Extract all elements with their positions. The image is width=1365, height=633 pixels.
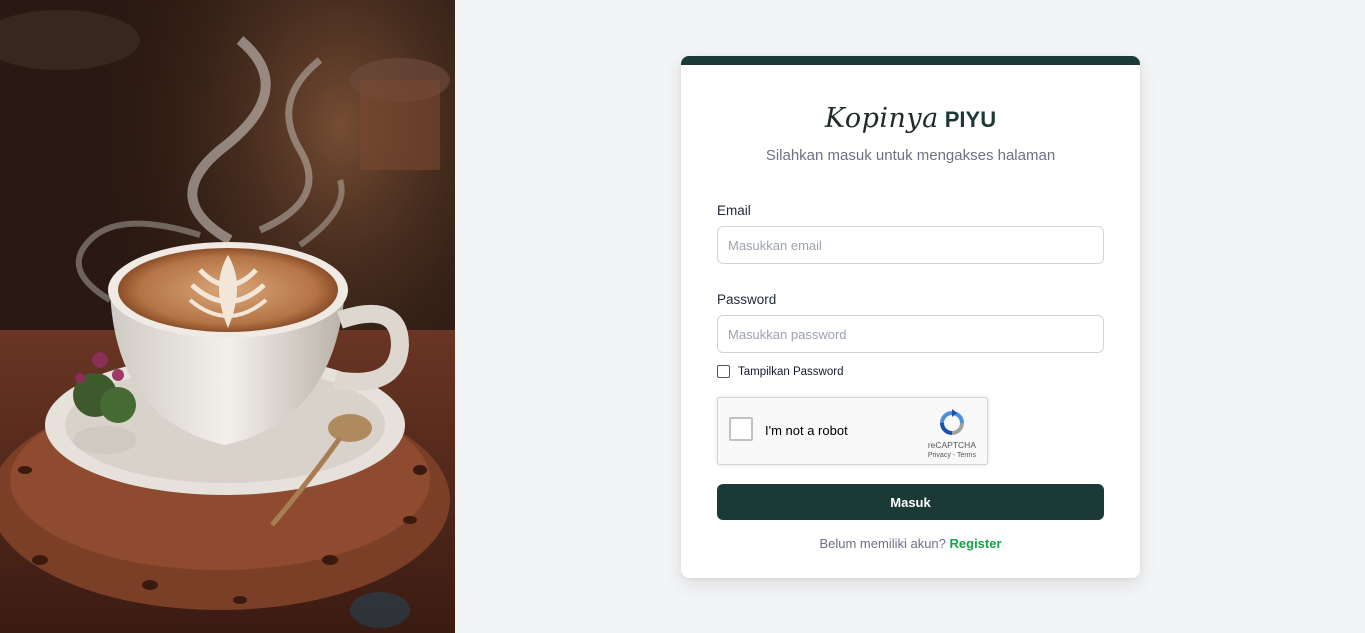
register-prompt: Belum memiliki akun? Register <box>717 536 1104 551</box>
recaptcha-checkbox[interactable] <box>729 417 753 441</box>
show-password-checkbox[interactable] <box>717 365 730 378</box>
login-form: Email Password Tampilkan Password I'm no… <box>717 202 1104 551</box>
email-label: Email <box>717 203 751 218</box>
password-input[interactable] <box>717 315 1104 353</box>
recaptcha-widget: I'm not a robot reCAPTCHA Privacy - Term… <box>717 397 988 465</box>
register-prompt-text: Belum memiliki akun? <box>819 536 946 551</box>
recaptcha-terms-link[interactable]: Terms <box>957 452 976 459</box>
login-page: Kopinya PIYU Silahkan masuk untuk mengaks… <box>0 0 1365 633</box>
brand-bold-text: PIYU <box>944 107 997 132</box>
brand-script-text: Kopinya <box>824 103 939 134</box>
password-label: Password <box>717 292 777 307</box>
show-password-row[interactable]: Tampilkan Password <box>717 364 1104 379</box>
register-link[interactable]: Register <box>950 536 1002 551</box>
login-submit-button[interactable]: Masuk <box>717 484 1104 520</box>
brand-logo: Kopinya PIYU <box>681 101 1140 137</box>
coffee-illustration <box>0 0 455 633</box>
login-card: Kopinya PIYU Silahkan masuk untuk mengaks… <box>681 56 1140 578</box>
recaptcha-links: Privacy - Terms <box>928 452 976 459</box>
card-accent-bar <box>681 56 1140 65</box>
recaptcha-label: I'm not a robot <box>765 423 848 438</box>
hero-coffee-image <box>0 0 455 633</box>
recaptcha-privacy-link[interactable]: Privacy <box>928 452 951 459</box>
show-password-label[interactable]: Tampilkan Password <box>738 366 843 378</box>
recaptcha-icon <box>940 409 964 435</box>
login-panel: Kopinya PIYU Silahkan masuk untuk mengaks… <box>455 0 1365 633</box>
recaptcha-brand: reCAPTCHA <box>927 440 976 450</box>
email-input[interactable] <box>717 226 1104 264</box>
login-subtitle: Silahkan masuk untuk mengakses halaman <box>765 147 1056 164</box>
